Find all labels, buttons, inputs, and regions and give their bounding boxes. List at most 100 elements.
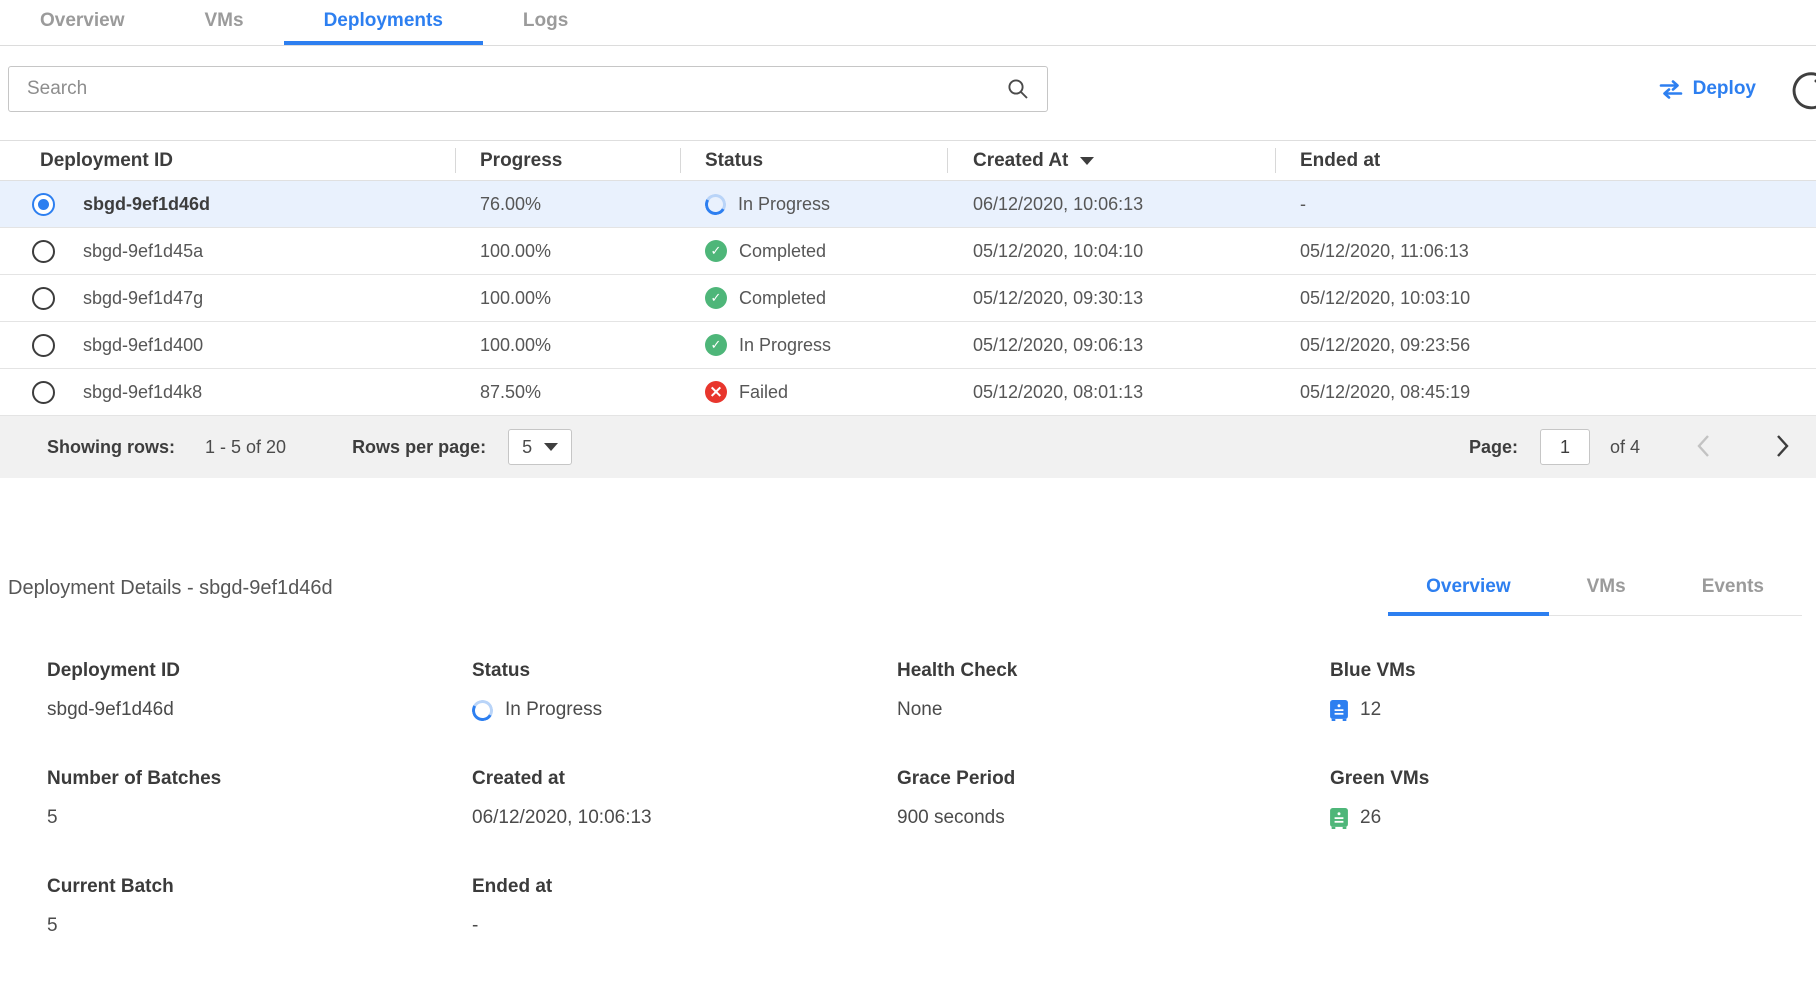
row-radio[interactable] [32, 381, 55, 404]
created-at-cell: 05/12/2020, 10:04:10 [947, 241, 1275, 262]
deploy-button[interactable]: Deploy [1659, 78, 1756, 100]
column-header-deployment-id[interactable]: Deployment ID [0, 141, 455, 180]
row-radio[interactable] [32, 240, 55, 263]
deploy-label: Deploy [1693, 78, 1756, 100]
detail-field-label: Green VMs [1330, 768, 1816, 790]
refresh-button[interactable] [1790, 66, 1816, 112]
detail-field-value: 5 [47, 807, 58, 829]
deployment-id-cell: sbgd-9ef1d46d [83, 194, 210, 215]
table-row[interactable]: sbgd-9ef1d46d 76.00% In Progress 06/12/2… [0, 181, 1816, 228]
row-radio[interactable] [32, 193, 55, 216]
page-number-input[interactable] [1540, 429, 1590, 465]
check-circle-icon: ✓ [705, 240, 727, 262]
main-tabs: OverviewVMsDeploymentsLogs [0, 0, 1816, 46]
detail-field-value: In Progress [505, 699, 602, 721]
column-header-created-at[interactable]: Created At [947, 141, 1275, 180]
detail-field: Green VMs 26 [1330, 768, 1816, 830]
rows-per-page-select[interactable]: 5 [508, 429, 572, 465]
deployment-id-cell: sbgd-9ef1d400 [83, 335, 203, 356]
row-radio[interactable] [32, 287, 55, 310]
tab-overview[interactable]: Overview [0, 0, 165, 45]
rows-per-page-label: Rows per page: [352, 437, 486, 458]
ended-at-cell: 05/12/2020, 09:23:56 [1275, 335, 1816, 356]
column-header-ended-at[interactable]: Ended at [1275, 141, 1816, 180]
detail-field-value: 12 [1360, 699, 1381, 721]
detail-field: Current Batch 5 [47, 876, 472, 938]
table-row[interactable]: sbgd-9ef1d47g 100.00% ✓ Completed 05/12/… [0, 275, 1816, 322]
detail-field-label: Ended at [472, 876, 897, 898]
details-tab-vms[interactable]: VMs [1549, 566, 1664, 616]
deployment-details: Deployment Details - sbgd-9ef1d46d Overv… [0, 566, 1816, 938]
status-label: In Progress [739, 335, 831, 356]
showing-rows-label: Showing rows: [47, 437, 175, 458]
detail-field: Health Check None [897, 660, 1330, 722]
detail-field: Deployment ID sbgd-9ef1d46d [47, 660, 472, 722]
table-row[interactable]: sbgd-9ef1d4k8 87.50% × Failed 05/12/2020… [0, 369, 1816, 416]
table-row[interactable]: sbgd-9ef1d400 100.00% ✓ In Progress 05/1… [0, 322, 1816, 369]
tab-logs[interactable]: Logs [483, 0, 608, 45]
details-tab-events[interactable]: Events [1664, 566, 1802, 616]
table-header: Deployment ID Progress Status Created At… [0, 140, 1816, 181]
vm-icon [1330, 808, 1348, 829]
detail-field: Blue VMs 12 [1330, 660, 1816, 722]
progress-cell: 100.00% [455, 335, 680, 356]
previous-page-button[interactable] [1692, 430, 1715, 465]
details-tab-overview[interactable]: Overview [1388, 566, 1549, 616]
check-circle-icon: ✓ [705, 334, 727, 356]
ended-at-cell: 05/12/2020, 11:06:13 [1275, 241, 1816, 262]
detail-field: Grace Period 900 seconds [897, 768, 1330, 830]
detail-field-value: - [472, 915, 478, 937]
page-label: Page: [1469, 437, 1518, 458]
detail-field-label: Deployment ID [47, 660, 472, 682]
sort-desc-icon [1080, 157, 1094, 165]
swap-arrows-icon [1659, 80, 1683, 99]
rows-per-page-value: 5 [522, 437, 532, 458]
chevron-left-icon [1696, 434, 1711, 458]
column-header-progress[interactable]: Progress [455, 141, 680, 180]
chevron-down-icon [544, 443, 558, 451]
detail-field: Created at 06/12/2020, 10:06:13 [472, 768, 897, 830]
created-at-cell: 05/12/2020, 09:30:13 [947, 288, 1275, 309]
details-tabs: OverviewVMsEvents [1388, 566, 1802, 616]
showing-rows-value: 1 - 5 of 20 [205, 437, 286, 458]
ended-at-cell: 05/12/2020, 10:03:10 [1275, 288, 1816, 309]
status-label: Completed [739, 288, 826, 309]
detail-field-label: Status [472, 660, 897, 682]
tab-deployments[interactable]: Deployments [284, 0, 483, 45]
detail-field-value: None [897, 699, 942, 721]
deployment-id-cell: sbgd-9ef1d4k8 [83, 382, 202, 403]
toolbar: Deploy [8, 66, 1816, 112]
detail-field-label: Created at [472, 768, 897, 790]
search-icon [1006, 77, 1030, 101]
detail-field-label: Health Check [897, 660, 1330, 682]
detail-field-label: Grace Period [897, 768, 1330, 790]
status-label: Completed [739, 241, 826, 262]
pager: Page: of 4 [1469, 429, 1794, 465]
details-header: Deployment Details - sbgd-9ef1d46d Overv… [0, 566, 1816, 616]
search-box [8, 66, 1048, 112]
ended-at-cell: 05/12/2020, 08:45:19 [1275, 382, 1816, 403]
deployment-id-cell: sbgd-9ef1d45a [83, 241, 203, 262]
next-page-button[interactable] [1771, 430, 1794, 465]
details-grid: Deployment ID sbgd-9ef1d46d Status In Pr… [0, 660, 1816, 938]
spinner-icon [703, 191, 729, 217]
progress-cell: 100.00% [455, 241, 680, 262]
error-circle-icon: × [705, 381, 727, 403]
created-at-cell: 05/12/2020, 08:01:13 [947, 382, 1275, 403]
detail-field-value: 26 [1360, 807, 1381, 829]
column-header-created-at-label: Created At [973, 150, 1068, 172]
search-input[interactable] [8, 66, 1048, 112]
detail-field-label: Current Batch [47, 876, 472, 898]
detail-field: Number of Batches 5 [47, 768, 472, 830]
row-radio[interactable] [32, 334, 55, 357]
progress-cell: 87.50% [455, 382, 680, 403]
progress-cell: 76.00% [455, 194, 680, 215]
details-title: Deployment Details - sbgd-9ef1d46d [0, 577, 333, 616]
table-row[interactable]: sbgd-9ef1d45a 100.00% ✓ Completed 05/12/… [0, 228, 1816, 275]
table-footer: Showing rows: 1 - 5 of 20 Rows per page:… [0, 416, 1816, 478]
table-body: sbgd-9ef1d46d 76.00% In Progress 06/12/2… [0, 181, 1816, 416]
column-header-status[interactable]: Status [680, 141, 947, 180]
tab-vms[interactable]: VMs [165, 0, 284, 45]
deployment-id-cell: sbgd-9ef1d47g [83, 288, 203, 309]
status-label: In Progress [738, 194, 830, 215]
